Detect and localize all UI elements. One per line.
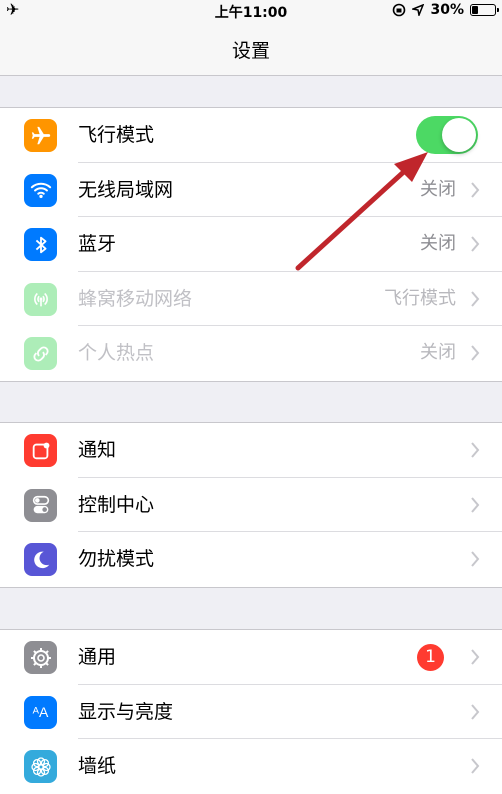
chevron-right-icon bbox=[471, 496, 480, 513]
battery-level bbox=[472, 6, 478, 14]
row-label: 墙纸 bbox=[78, 755, 117, 777]
chevron-right-icon bbox=[471, 758, 480, 774]
location-arrow-icon bbox=[412, 4, 425, 16]
gear-icon bbox=[24, 641, 57, 674]
moon-icon bbox=[24, 543, 57, 576]
row-value: 关闭 bbox=[420, 233, 456, 254]
connectivity-group: 飞行模式 无线局域网 关闭 蓝牙 关闭 蜂窝移动网络 飞行模式 个人热点 关闭 bbox=[0, 107, 502, 382]
row-label: 通知 bbox=[78, 439, 117, 461]
settings-row-do-not-disturb[interactable]: 勿扰模式 bbox=[0, 532, 502, 587]
row-label: 控制中心 bbox=[78, 493, 155, 516]
settings-row-wifi[interactable]: 无线局域网 关闭 bbox=[0, 163, 502, 217]
control-center-icon bbox=[24, 488, 57, 522]
wallpaper-icon bbox=[24, 750, 57, 783]
wifi-icon bbox=[24, 173, 57, 207]
rotation-lock-icon bbox=[393, 3, 406, 17]
airplane-icon bbox=[24, 119, 57, 152]
chevron-right-icon bbox=[471, 551, 480, 567]
chevron-right-icon bbox=[471, 649, 480, 665]
row-label: 通用 bbox=[78, 646, 117, 668]
settings-row-control-center[interactable]: 控制中心 bbox=[0, 478, 502, 532]
row-label: 个人热点 bbox=[78, 342, 155, 364]
settings-row-general[interactable]: 通用 1 bbox=[0, 630, 502, 685]
chevron-right-icon bbox=[471, 236, 480, 252]
row-label: 勿扰模式 bbox=[78, 548, 155, 570]
settings-row-hotspot[interactable]: 个人热点 关闭 bbox=[0, 326, 502, 381]
toggle-knob bbox=[442, 118, 476, 152]
settings-row-notifications[interactable]: 通知 bbox=[0, 423, 502, 478]
row-value: 飞行模式 bbox=[384, 287, 456, 309]
notification-badge: 1 bbox=[417, 644, 444, 671]
chevron-right-icon bbox=[471, 181, 480, 198]
battery-icon bbox=[470, 4, 499, 16]
row-label: 蜂窝移动网络 bbox=[78, 287, 193, 310]
status-right-cluster: 30% bbox=[392, 2, 499, 18]
bluetooth-icon bbox=[24, 228, 57, 261]
row-value: 关闭 bbox=[420, 342, 456, 363]
general-group: 通用 1 ᴬA 显示与亮度 墙纸 bbox=[0, 629, 502, 794]
row-label: 无线局域网 bbox=[78, 178, 174, 201]
cellular-icon bbox=[24, 282, 57, 316]
chevron-right-icon bbox=[471, 442, 480, 458]
hotspot-icon bbox=[24, 337, 57, 370]
display-brightness-icon: ᴬA bbox=[24, 695, 57, 729]
system-group: 通知 控制中心 勿扰模式 bbox=[0, 422, 502, 588]
battery-percent: 30% bbox=[430, 2, 464, 18]
settings-row-bluetooth[interactable]: 蓝牙 关闭 bbox=[0, 217, 502, 272]
airplane-mode-toggle[interactable] bbox=[416, 116, 478, 154]
notifications-icon bbox=[24, 434, 57, 467]
row-label: 蓝牙 bbox=[78, 233, 117, 255]
navigation-bar: 设置 bbox=[0, 22, 502, 76]
page-title: 设置 bbox=[231, 40, 270, 62]
settings-row-cellular[interactable]: 蜂窝移动网络 飞行模式 bbox=[0, 272, 502, 326]
chevron-right-icon bbox=[471, 290, 480, 307]
settings-row-wallpaper[interactable]: 墙纸 bbox=[0, 739, 502, 794]
settings-row-display-brightness[interactable]: ᴬA 显示与亮度 bbox=[0, 685, 502, 739]
status-bar: ✈ 上午11:00 30% bbox=[0, 0, 502, 22]
row-label: 飞行模式 bbox=[78, 124, 155, 146]
settings-row-airplane-mode: 飞行模式 bbox=[0, 108, 502, 163]
row-label: 显示与亮度 bbox=[78, 700, 174, 723]
chevron-right-icon bbox=[471, 703, 480, 720]
row-value: 关闭 bbox=[420, 178, 456, 200]
chevron-right-icon bbox=[471, 345, 480, 361]
